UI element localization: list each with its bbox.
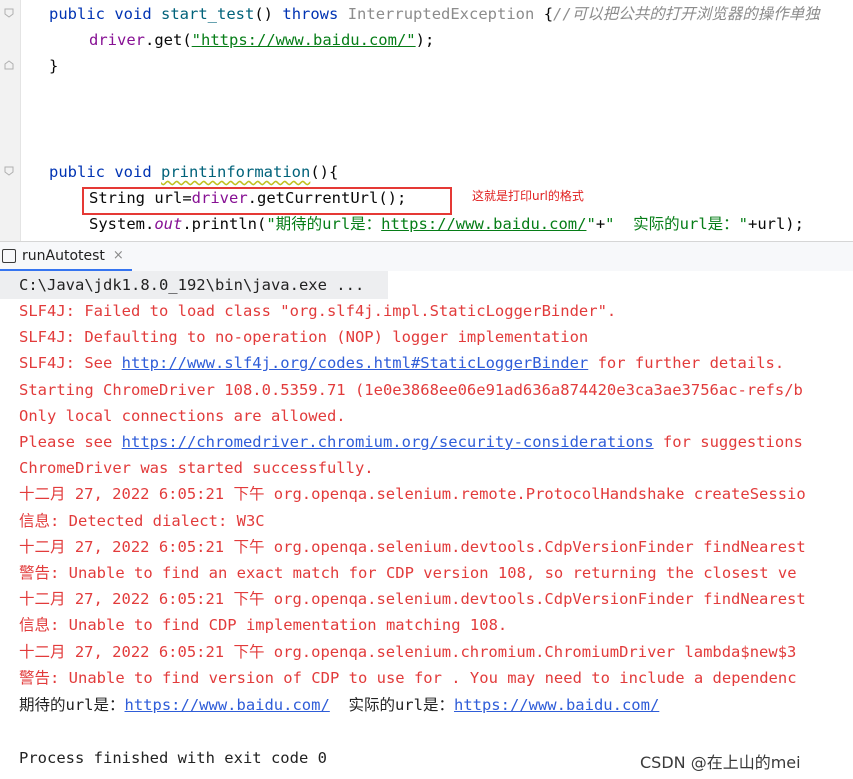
run-tab-label: runAutotest [22,247,105,264]
console-line: 警告: Unable to find version of CDP to use… [19,665,797,691]
method-name: start_test [161,5,255,23]
annotation-text: 这就是打印url的格式 [472,189,584,203]
keyword: public [49,5,105,23]
console-text: SLF4J: Failed to load class "org.slf4j.i… [19,302,617,320]
console-result-line: 期待的url是：https://www.baidu.com/ 实际的url是：h… [19,692,659,718]
console-line: SLF4J: Failed to load class "org.slf4j.i… [19,298,616,324]
console-line: Starting ChromeDriver 108.0.5359.71 (1e0… [19,377,803,403]
console-link[interactable]: https://chromedriver.chromium.org/securi… [122,433,654,451]
code-line-start-test[interactable]: public void start_test() throws Interrup… [49,2,820,26]
console-line: 信息: Unable to find CDP implementation ma… [19,612,507,638]
code-line-driver-get[interactable]: driver.get("https://www.baidu.com/"); [89,28,434,52]
result-link[interactable]: https://www.baidu.com/ [125,696,330,714]
keyword: public [49,163,105,181]
console-text: 十二月 27, 2022 6:05:21 下午 org.openqa.selen… [19,537,806,556]
console-line: 十二月 27, 2022 6:05:21 下午 org.openqa.selen… [19,481,806,507]
string-literal[interactable]: "https://www.baidu.com/" [192,31,416,49]
result-label: 期待的url是： [19,696,125,714]
console-text: for further details. [588,354,785,373]
fold-marker-icon[interactable] [4,60,14,70]
code-token: .println( [182,215,267,233]
console-text: 信息: Unable to find CDP implementation ma… [19,616,508,635]
console-line: 十二月 27, 2022 6:05:21 下午 org.openqa.selen… [19,586,806,612]
code-token: { [543,5,554,23]
console-text: 十二月 27, 2022 6:05:21 下午 org.openqa.selen… [19,642,797,661]
console-text: Starting ChromeDriver 108.0.5359.71 (1e0… [19,380,803,399]
code-comment: //可以把公共的打开浏览器的操作单独 [553,5,820,23]
code-token: () [254,5,274,23]
run-config-icon [2,248,16,263]
console-line: 信息: Detected dialect: W3C [19,508,265,534]
console-text: 十二月 27, 2022 6:05:21 下午 org.openqa.selen… [19,485,806,504]
code-token: } [49,57,59,75]
annotation-highlight-box [82,187,452,215]
console-line: SLF4J: Defaulting to no-operation (NOP) … [19,324,588,350]
result-label: 实际的url是： [329,696,454,714]
console-line: 十二月 27, 2022 6:05:21 下午 org.openqa.selen… [19,534,806,560]
console-line: 十二月 27, 2022 6:05:21 下午 org.openqa.selen… [19,639,796,665]
console-line: SLF4J: See http://www.slf4j.org/codes.ht… [19,350,784,376]
console-exit-line: Process finished with exit code 0 [19,749,327,767]
editor-gutter [0,0,21,241]
string-literal: " [586,215,596,233]
console-line: Please see https://chromedriver.chromium… [19,429,803,455]
console-text: 十二月 27, 2022 6:05:21 下午 org.openqa.selen… [19,590,806,609]
method-name: printinformation [161,163,311,181]
code-token: .get( [145,31,192,49]
code-token: (){ [310,163,339,181]
string-url[interactable]: https://www.baidu.com/ [381,215,586,233]
fold-marker-icon[interactable] [4,8,14,18]
fold-marker-icon[interactable] [4,166,14,176]
static-field: out [154,215,183,233]
console-line: ChromeDriver was started successfully. [19,455,374,481]
keyword: throws [282,5,339,23]
keyword: void [114,163,152,181]
code-token: System. [89,215,155,233]
close-icon[interactable]: × [113,248,124,263]
console-line: Only local connections are allowed. [19,403,346,429]
console-line: 警告: Unable to find an exact match for CD… [19,560,797,586]
console-command[interactable]: C:\Java\jdk1.8.0_192\bin\java.exe ... [19,272,364,298]
console-text: for suggestions [653,433,803,451]
watermark: CSDN @在上山的mei [640,753,801,772]
console-text: Please see [19,433,122,451]
code-token: ); [415,31,435,49]
console-link[interactable]: http://www.slf4j.org/codes.html#StaticLo… [122,354,589,372]
string-literal: "期待的url是： [266,215,382,233]
code-line-println[interactable]: System.out.println("期待的url是：https://www.… [89,212,804,236]
console-text: SLF4J: See [19,354,122,373]
string-literal: " 实际的url是：" [605,215,748,233]
console-text: 信息: Detected dialect: W3C [19,511,265,530]
code-token: +url); [747,215,804,233]
run-console[interactable]: C:\Java\jdk1.8.0_192\bin\java.exe ... SL… [0,271,853,779]
keyword: void [114,5,152,23]
field-reference: driver [89,31,145,49]
code-line-close-brace[interactable]: } [49,54,58,78]
console-text: SLF4J: Defaulting to no-operation (NOP) … [19,328,589,347]
console-text: ChromeDriver was started successfully. [19,459,374,478]
run-tool-window-header: runAutotest × [0,241,853,272]
result-link[interactable]: https://www.baidu.com/ [454,696,659,714]
exception-type: InterruptedException [347,5,535,23]
tab-run-autotest[interactable]: runAutotest × [0,242,132,271]
code-token: + [595,215,606,233]
console-text: Only local connections are allowed. [19,406,346,425]
code-line-printinformation[interactable]: public void printinformation(){ [49,160,338,184]
code-editor[interactable]: public void start_test() throws Interrup… [0,0,853,241]
console-text: 警告: Unable to find version of CDP to use… [19,668,797,687]
console-text: 警告: Unable to find an exact match for CD… [19,564,797,582]
